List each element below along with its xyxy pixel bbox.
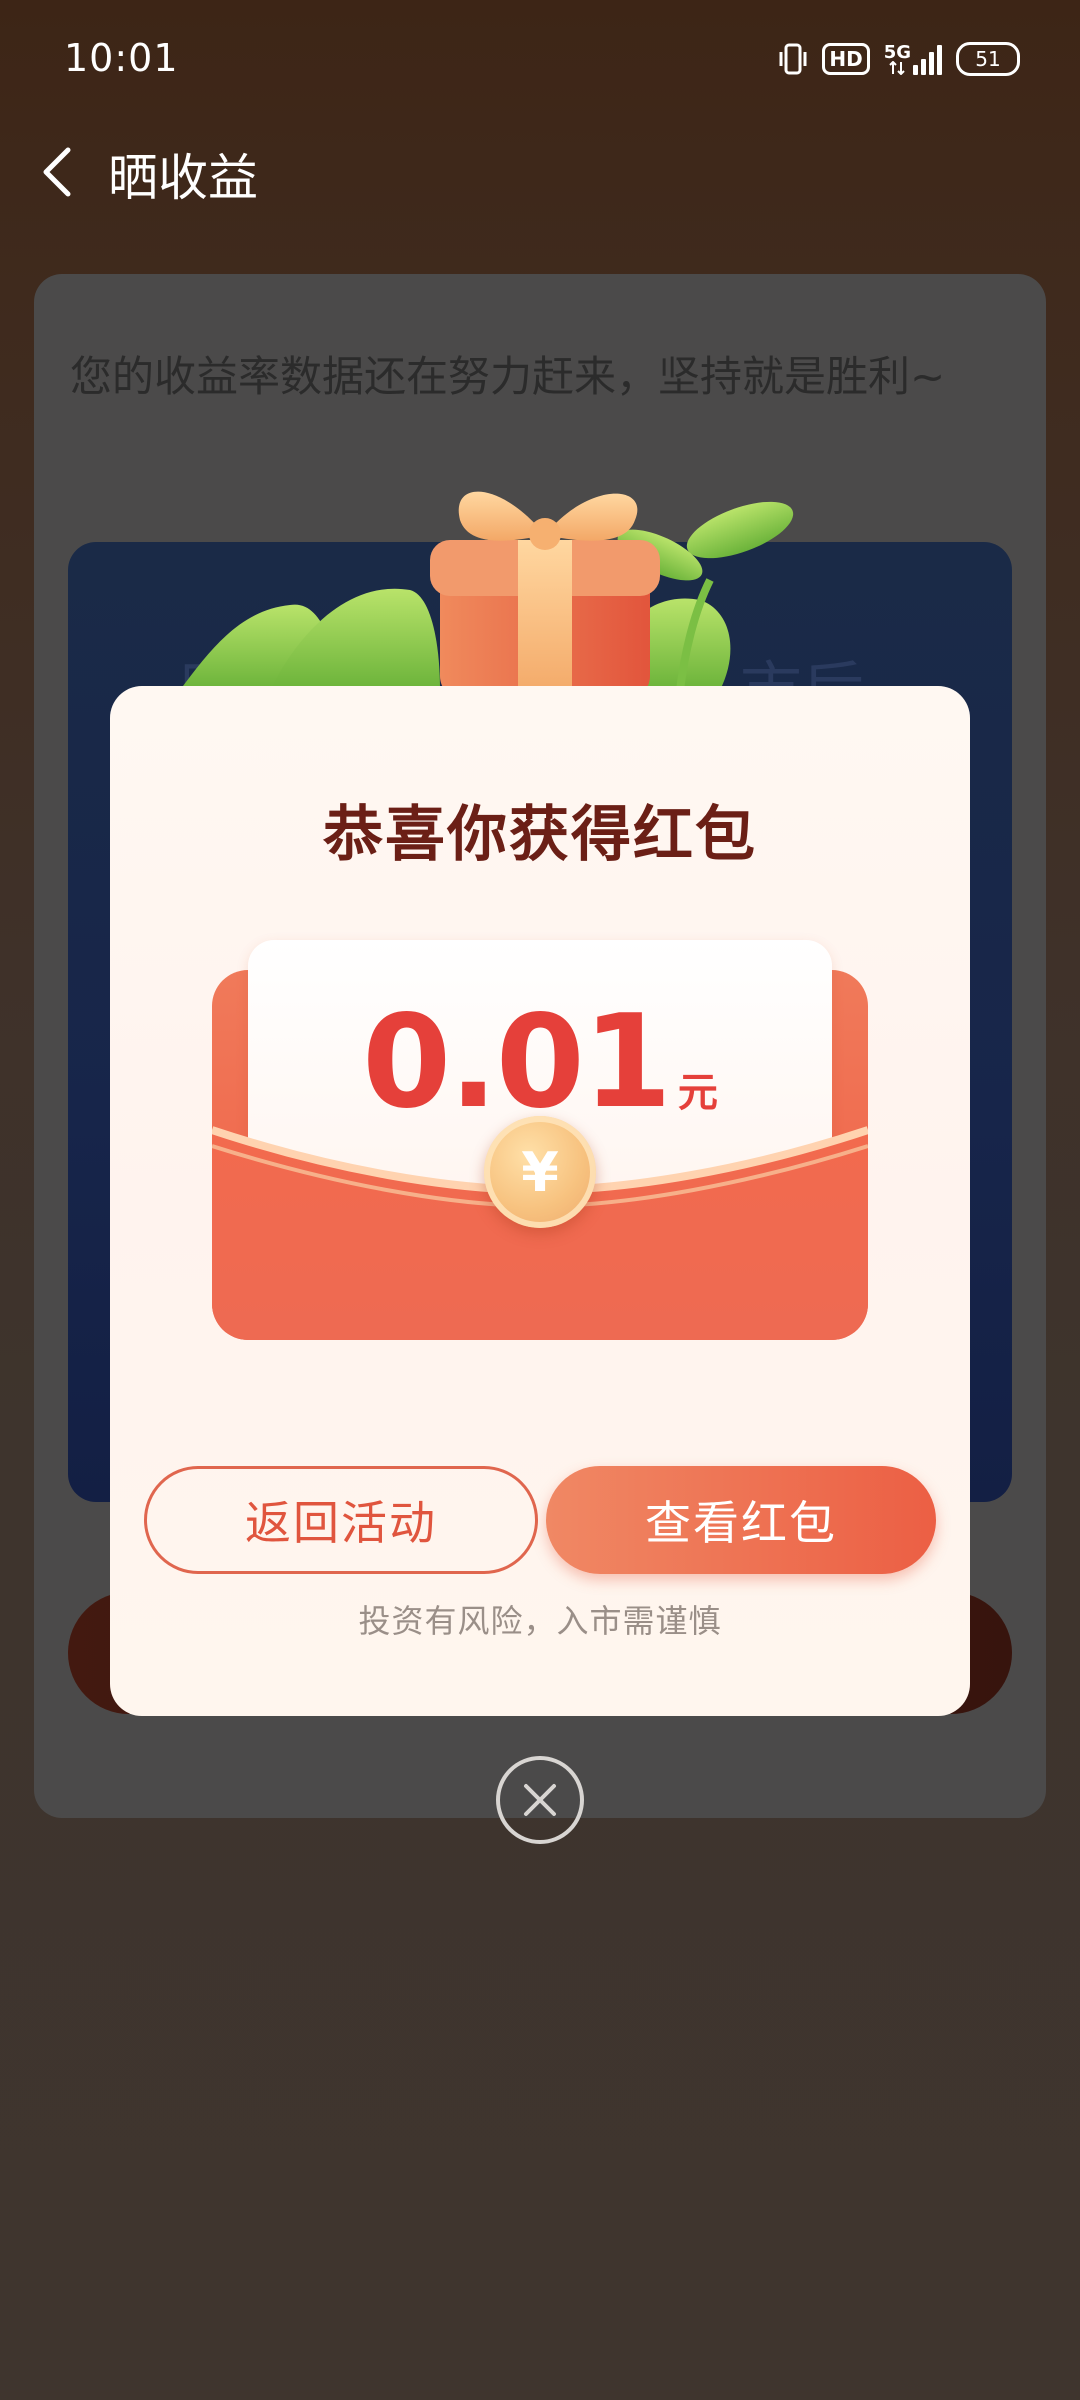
view-red-packet-button[interactable]: 查看红包 [546, 1466, 936, 1574]
red-envelope: 0.01 元 ¥ [212, 940, 868, 1340]
status-bar: 10:01 HD 5G 51 [0, 0, 1080, 120]
signal-strength-icon [913, 43, 942, 75]
status-icons: HD 5G 51 [778, 42, 1020, 76]
red-packet-modal: 恭喜你获得红包 0.01 元 ¥ 返回活动 查看红包 投资有风险，入市需谨慎 [110, 686, 970, 1716]
signal-group: 5G [884, 43, 942, 75]
network-type-label: 5G [883, 42, 911, 63]
yuan-coin-icon: ¥ [484, 1116, 596, 1228]
status-time: 10:01 [64, 36, 179, 80]
battery-icon: 51 [956, 42, 1020, 76]
close-modal-button[interactable] [496, 1756, 584, 1844]
risk-disclaimer: 投资有风险，入市需谨慎 [358, 1602, 722, 1640]
gift-illustration [180, 491, 794, 700]
close-icon [524, 1784, 556, 1816]
hd-badge: HD [822, 43, 870, 75]
battery-level: 51 [975, 47, 1001, 71]
back-arrow-icon[interactable] [28, 140, 92, 204]
modal-title: 恭喜你获得红包 [323, 800, 757, 870]
nav-bar: 晒收益 [0, 120, 1080, 220]
page-title: 晒收益 [108, 149, 258, 207]
background-message: 您的收益率数据还在努力赶来，坚持就是胜利~ [70, 352, 946, 401]
return-activity-button[interactable]: 返回活动 [144, 1466, 538, 1574]
data-arrows-icon [889, 61, 906, 75]
vibrate-icon [779, 43, 807, 75]
